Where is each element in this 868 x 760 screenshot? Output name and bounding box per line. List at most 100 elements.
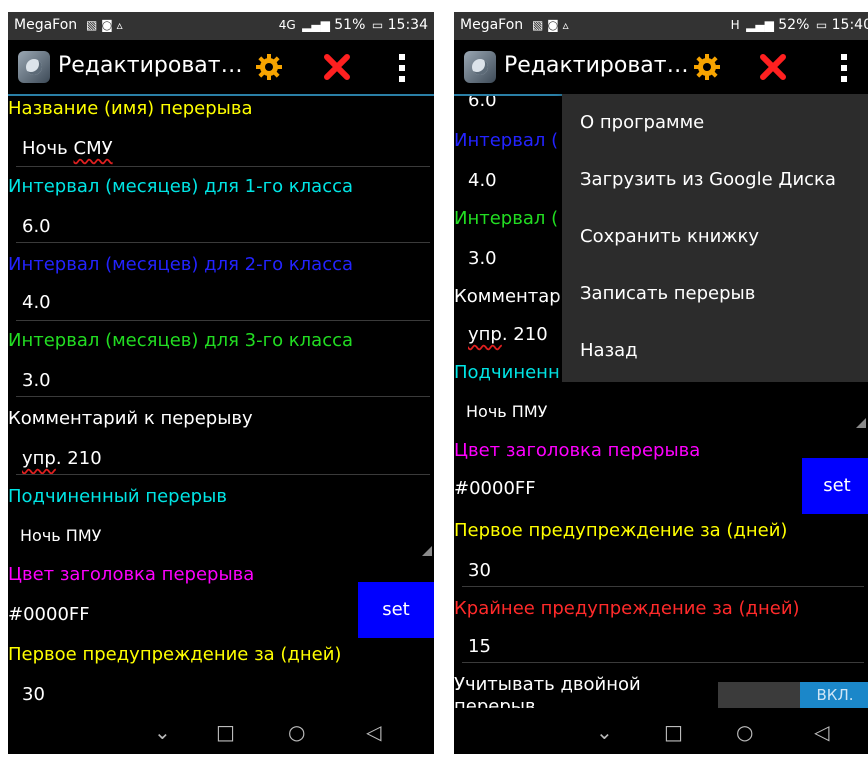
recents-icon[interactable]: □ xyxy=(664,720,683,744)
app-logo-icon[interactable] xyxy=(18,51,50,83)
comment-value-misspelled: упр xyxy=(22,448,56,469)
network-type: 4G xyxy=(278,18,296,32)
color-label: Цвет заголовка перерыва xyxy=(454,440,701,461)
color-label: Цвет заголовка перерыва xyxy=(8,564,255,585)
signal-icon: ▂▄▆ xyxy=(302,18,330,32)
divider xyxy=(16,396,430,397)
toggle-on-label: ВКЛ. xyxy=(800,682,868,708)
overflow-menu-icon[interactable] xyxy=(834,52,854,82)
interval2-label: Интервал (месяцев) для 2-го класса xyxy=(8,254,354,275)
overflow-menu: О программе Загрузить из Google Диска Со… xyxy=(562,94,868,382)
page-title: Редактироват… xyxy=(58,53,243,78)
color-value: #0000FF xyxy=(454,478,536,499)
app-logo-icon[interactable] xyxy=(464,51,496,83)
interval2-value: 4.0 xyxy=(22,292,51,313)
menu-item-save-book[interactable]: Сохранить книжку xyxy=(562,208,868,265)
app-bar: Редактироват… xyxy=(454,40,868,96)
double-break-toggle[interactable]: ВКЛ. xyxy=(718,682,868,708)
interval1-value: 6.0 xyxy=(468,96,497,111)
interval1-label: Интервал (месяцев) для 1-го класса xyxy=(8,176,354,197)
double-break-label-line2: перерыв xyxy=(454,696,536,708)
spinner-arrow-icon xyxy=(422,546,432,556)
interval3-value: 3.0 xyxy=(468,248,497,269)
gear-icon[interactable] xyxy=(692,52,722,82)
clock: 15:34 xyxy=(387,17,428,33)
color-value: #0000FF xyxy=(8,604,90,625)
divider xyxy=(16,474,430,475)
status-bar: MegaFon ▧ ◙ ▵ H ▂▄▆ 52% ▭ 15:40 xyxy=(454,12,868,40)
sub-break-value: Ночь ПМУ xyxy=(466,402,548,421)
home-icon[interactable]: ○ xyxy=(288,720,305,744)
last-warning-value: 15 xyxy=(468,636,491,657)
sub-break-label: Подчиненн xyxy=(454,362,560,383)
menu-item-back[interactable]: Назад xyxy=(562,322,868,379)
close-icon[interactable] xyxy=(758,52,788,82)
page-title: Редактироват… xyxy=(504,53,689,78)
name-value: Ночь xyxy=(22,138,74,159)
carrier-name: MegaFon xyxy=(14,17,78,33)
recents-icon[interactable]: □ xyxy=(216,720,235,744)
battery-icon: ▭ xyxy=(815,18,828,32)
top-strip xyxy=(0,0,868,12)
status-right: H ▂▄▆ 52% ▭ 15:40 xyxy=(729,17,868,33)
right-screenshot: MegaFon ▧ ◙ ▵ H ▂▄▆ 52% ▭ 15:40 Редактир… xyxy=(454,12,868,754)
interval3-label: Интервал ( xyxy=(454,208,559,229)
hide-keyboard-icon[interactable]: ⌄ xyxy=(154,720,171,744)
sub-break-spinner[interactable]: Ночь ПМУ xyxy=(454,402,868,436)
close-icon[interactable] xyxy=(322,52,352,82)
overflow-menu-icon[interactable] xyxy=(392,52,412,82)
comment-value-misspelled: упр xyxy=(468,324,502,345)
name-label: Название (имя) перерыва xyxy=(8,98,253,119)
first-warning-value: 30 xyxy=(22,684,45,705)
first-warning-value: 30 xyxy=(468,560,491,581)
comment-value: . 210 xyxy=(55,448,102,469)
menu-item-save-break[interactable]: Записать перерыв xyxy=(562,265,868,322)
status-bar: MegaFon ▧ ◙ ▵ 4G ▂▄▆ 51% ▭ 15:34 xyxy=(8,12,434,40)
left-screenshot: MegaFon ▧ ◙ ▵ 4G ▂▄▆ 51% ▭ 15:34 Редакти… xyxy=(8,12,434,754)
network-type: H xyxy=(730,18,740,32)
clock: 15:40 xyxy=(831,17,868,33)
first-warning-label: Первое предупреждение за (дней) xyxy=(454,520,788,541)
divider xyxy=(462,662,864,663)
name-value-misspelled: СМУ xyxy=(73,138,113,159)
app-bar: Редактироват… xyxy=(8,40,434,96)
divider xyxy=(16,320,430,321)
double-break-label-line1: Учитывать двойной xyxy=(454,674,641,695)
back-icon[interactable]: ◁ xyxy=(366,720,381,744)
sub-break-value: Ночь ПМУ xyxy=(20,526,102,545)
carrier-name: MegaFon xyxy=(460,17,524,33)
interval3-value: 3.0 xyxy=(22,370,51,391)
sim-icon: ▧ ◙ ▵ xyxy=(532,18,569,32)
navigation-bar: ⌄ □ ○ ◁ xyxy=(454,708,868,754)
battery-icon: ▭ xyxy=(371,18,384,32)
double-break-label: Учитывать двойной перерыв xyxy=(454,674,641,708)
comment-value: . 210 xyxy=(501,324,548,345)
menu-item-about[interactable]: О программе xyxy=(562,94,868,151)
interval2-label: Интервал ( xyxy=(454,130,559,151)
menu-item-load-google-drive[interactable]: Загрузить из Google Диска xyxy=(562,151,868,208)
interval3-label: Интервал (месяцев) для 3-го класса xyxy=(8,330,354,351)
signal-icon: ▂▄▆ xyxy=(746,18,774,32)
set-color-button[interactable]: set xyxy=(358,582,434,638)
interval2-value: 4.0 xyxy=(468,170,497,191)
sub-break-label: Подчиненный перерыв xyxy=(8,486,227,507)
status-right: 4G ▂▄▆ 51% ▭ 15:34 xyxy=(277,17,428,33)
interval1-value: 6.0 xyxy=(22,216,51,237)
battery-level: 51% xyxy=(334,17,366,33)
divider xyxy=(16,242,430,243)
back-icon[interactable]: ◁ xyxy=(814,720,829,744)
form: Название (имя) перерыва Ночь СМУ Интерва… xyxy=(8,96,434,708)
battery-level: 52% xyxy=(778,17,810,33)
navigation-bar: ⌄ □ ○ ◁ xyxy=(8,708,434,754)
last-warning-label: Крайнее предупреждение за (дней) xyxy=(454,598,800,619)
sim-icon: ▧ ◙ ▵ xyxy=(86,18,123,32)
set-color-button[interactable]: set xyxy=(802,458,868,514)
hide-keyboard-icon[interactable]: ⌄ xyxy=(596,720,613,744)
sub-break-spinner[interactable]: Ночь ПМУ xyxy=(8,526,434,560)
comment-label: Комментарий к перерыву xyxy=(8,408,253,429)
gear-icon[interactable] xyxy=(254,52,284,82)
comment-label: Комментар xyxy=(454,286,561,307)
first-warning-label: Первое предупреждение за (дней) xyxy=(8,644,342,665)
spinner-arrow-icon xyxy=(856,418,866,428)
home-icon[interactable]: ○ xyxy=(736,720,753,744)
